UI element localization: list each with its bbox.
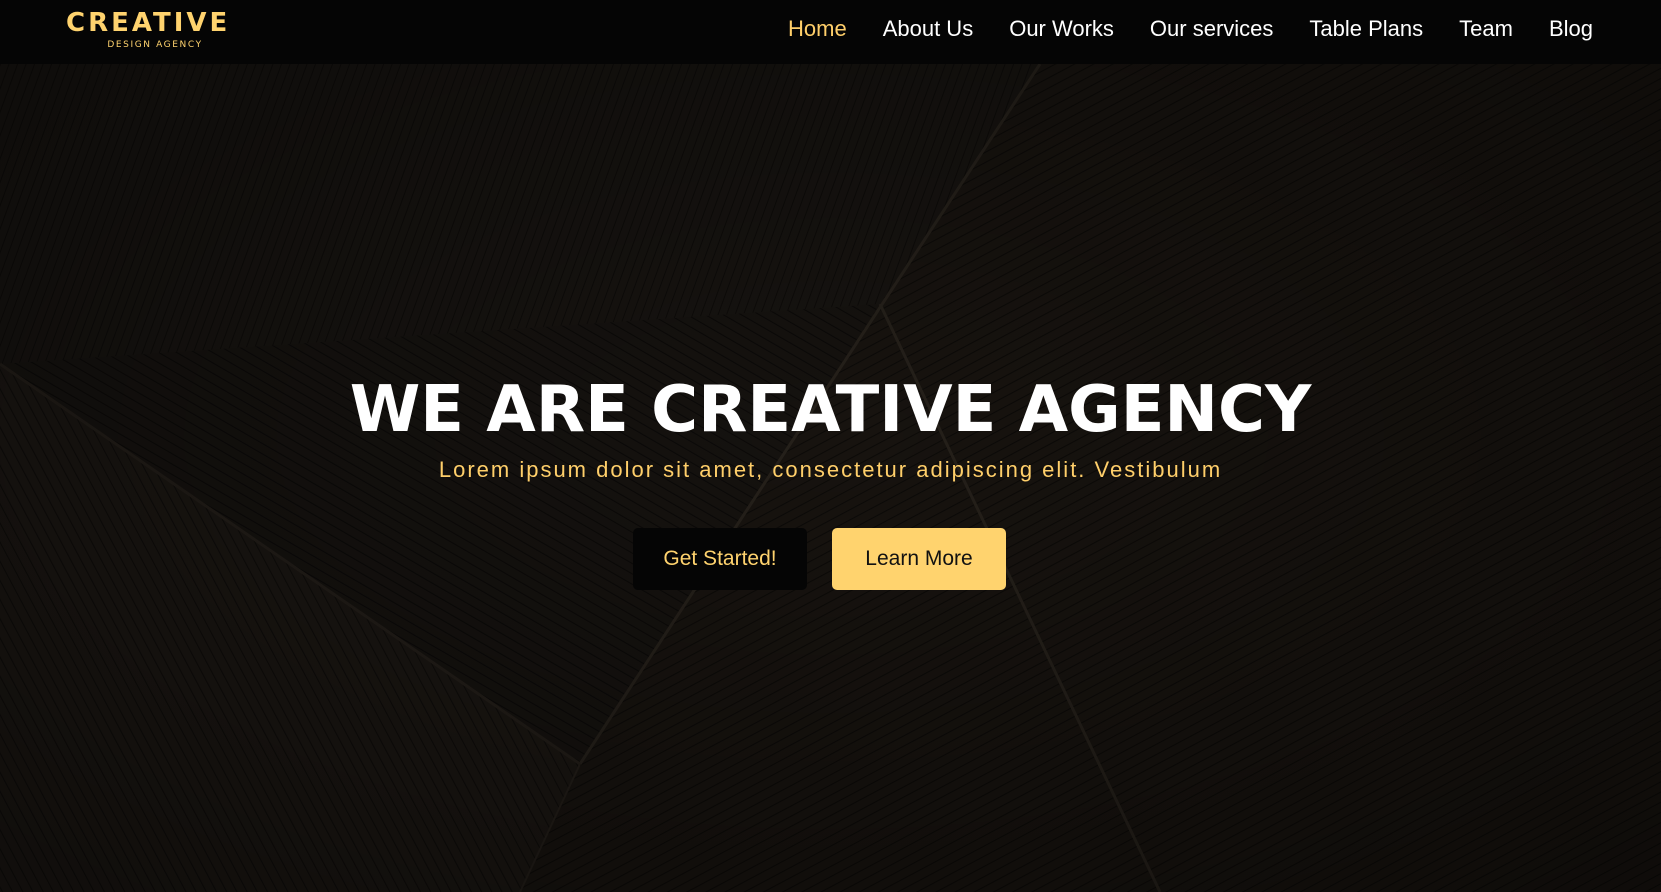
nav-item-home[interactable]: Home xyxy=(788,16,847,42)
learn-more-button[interactable]: Learn More xyxy=(832,528,1006,590)
hero-section: WE ARE CREATIVE AGENCY Lorem ipsum dolor… xyxy=(0,64,1661,892)
logo-title: CREATIVE xyxy=(66,8,231,38)
brand-logo[interactable]: CREATIVE DESIGN AGENCY xyxy=(66,8,231,50)
get-started-button[interactable]: Get Started! xyxy=(633,528,807,590)
nav-item-team[interactable]: Team xyxy=(1459,16,1513,42)
nav-item-our-works[interactable]: Our Works xyxy=(1009,16,1114,42)
navbar: CREATIVE DESIGN AGENCY Home About Us Our… xyxy=(0,0,1661,64)
logo-tagline: DESIGN AGENCY xyxy=(107,40,203,50)
hero-title: WE ARE CREATIVE AGENCY xyxy=(349,373,1312,447)
main-navigation: Home About Us Our Works Our services Tab… xyxy=(752,0,1593,58)
nav-item-about-us[interactable]: About Us xyxy=(883,16,974,42)
nav-item-table-plans[interactable]: Table Plans xyxy=(1309,16,1423,42)
hero-subtitle: Lorem ipsum dolor sit amet, consectetur … xyxy=(438,457,1223,482)
nav-item-blog[interactable]: Blog xyxy=(1549,16,1593,42)
nav-item-our-services[interactable]: Our services xyxy=(1150,16,1273,42)
